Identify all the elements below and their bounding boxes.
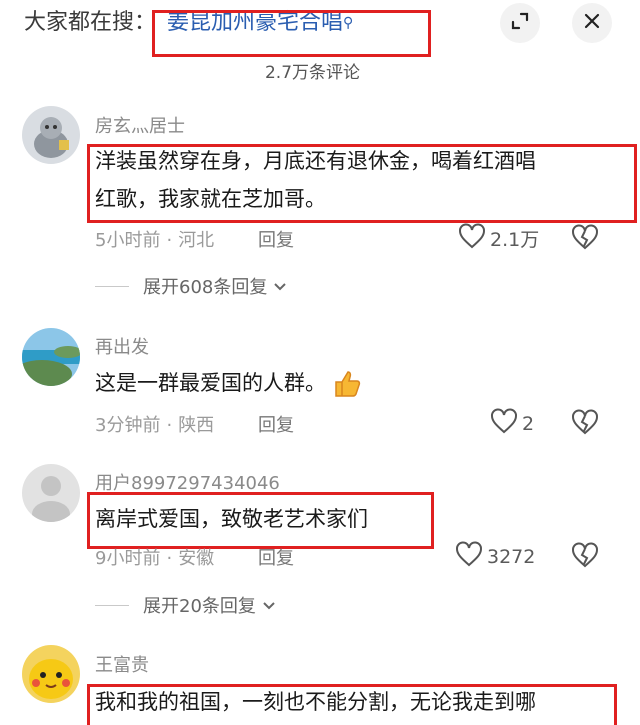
- broken-heart-icon: [570, 409, 600, 440]
- comment-time: 3分钟前: [95, 415, 161, 436]
- expand-icon: [511, 12, 529, 34]
- comment-username[interactable]: 房玄灬居士: [95, 112, 185, 138]
- avatar[interactable]: [22, 464, 80, 522]
- like-button[interactable]: 2.1万: [458, 223, 539, 254]
- chevron-down-icon: [262, 595, 276, 616]
- comment-username[interactable]: 王富贵: [95, 651, 149, 677]
- comment-text: 这是一群最爱国的人群。: [95, 366, 362, 400]
- comment-highlight-box: [87, 684, 617, 725]
- avatar[interactable]: [22, 645, 80, 703]
- comment-location: 安徽: [178, 548, 215, 569]
- thumbs-up-emoji-icon: [332, 369, 362, 399]
- comment-count: 2.7万条评论: [264, 63, 361, 83]
- dislike-button[interactable]: [570, 223, 600, 255]
- comment-meta: 3分钟前 · 陕西: [95, 415, 215, 436]
- comment-time: 5小时前: [95, 230, 161, 251]
- comment-highlight-box: [87, 492, 434, 549]
- chevron-down-icon: [273, 276, 287, 297]
- expand-replies-label: 展开608条回复: [143, 277, 268, 298]
- heart-outline-icon: [490, 408, 522, 439]
- reply-button[interactable]: 回复: [258, 411, 294, 437]
- comment-location: 河北: [178, 230, 215, 251]
- comment-location: 陕西: [178, 415, 215, 436]
- like-button[interactable]: 2: [490, 408, 534, 439]
- like-button[interactable]: 3272: [455, 541, 535, 572]
- like-count: 2.1万: [490, 229, 540, 251]
- heart-outline-icon: [458, 223, 490, 254]
- comment-time: 9小时前: [95, 548, 161, 569]
- avatar[interactable]: [22, 328, 80, 386]
- comment-meta: 9小时前 · 安徽: [95, 548, 215, 569]
- reply-button[interactable]: 回复: [258, 226, 294, 252]
- close-icon: [584, 13, 600, 33]
- divider-line: [95, 285, 129, 287]
- divider-line: [95, 604, 129, 606]
- like-count: 3272: [487, 545, 536, 568]
- expand-replies-button[interactable]: 展开20条回复: [95, 592, 276, 618]
- broken-heart-icon: [570, 542, 600, 573]
- close-button[interactable]: [572, 3, 612, 43]
- expand-button[interactable]: [500, 3, 540, 43]
- reply-button[interactable]: 回复: [258, 544, 294, 570]
- avatar[interactable]: [22, 106, 80, 164]
- comment-meta: 5小时前 · 河北: [95, 230, 215, 251]
- search-prefix-label: 大家都在搜：: [24, 10, 157, 35]
- expand-replies-label: 展开20条回复: [143, 596, 256, 617]
- comment-username[interactable]: 再出发: [95, 333, 149, 359]
- comment-highlight-box: [87, 144, 637, 223]
- like-count: 2: [522, 412, 535, 435]
- dislike-button[interactable]: [570, 541, 600, 573]
- broken-heart-icon: [570, 224, 600, 255]
- search-highlight-box: [152, 10, 431, 57]
- dislike-button[interactable]: [570, 408, 600, 440]
- expand-replies-button[interactable]: 展开608条回复: [95, 273, 287, 299]
- heart-outline-icon: [455, 541, 487, 572]
